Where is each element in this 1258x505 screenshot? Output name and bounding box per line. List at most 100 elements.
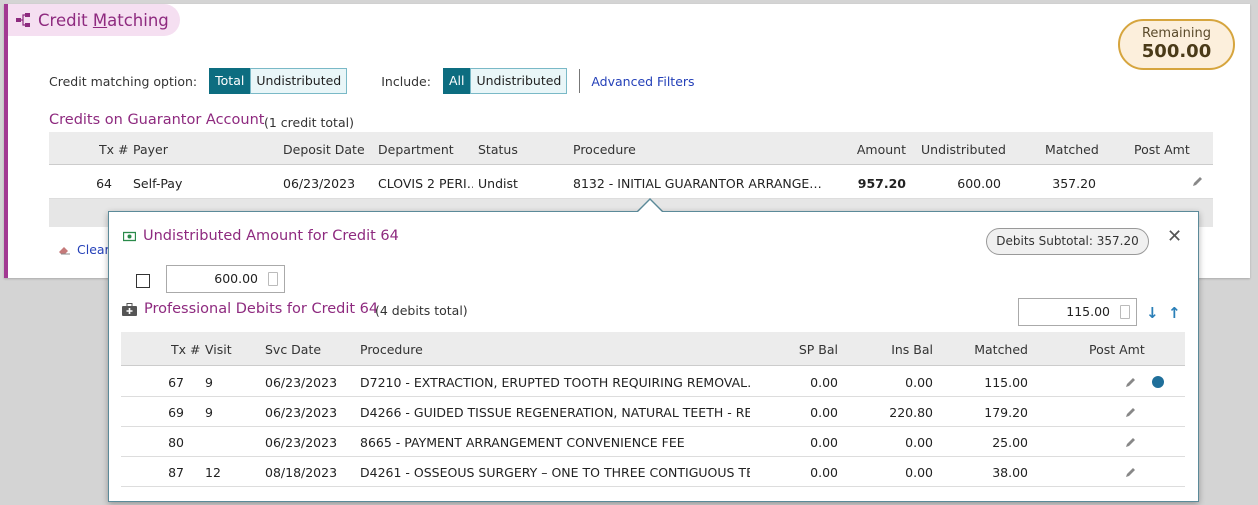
options-row: Credit matching option: Total Undistribu… [49, 68, 695, 94]
title-part-1: Credit [38, 10, 93, 30]
credit-deposit-date: 06/23/2023 [283, 176, 356, 191]
money-icon [123, 231, 136, 241]
col-undistributed[interactable]: Undistributed [921, 142, 1006, 157]
amount-filter-value: 115.00 [1066, 304, 1110, 319]
undistributed-amount-value: 600.00 [214, 271, 258, 286]
debit-sp-bal: 0.00 [810, 405, 838, 420]
debit-svc-date: 08/18/2023 [265, 465, 338, 480]
matching-option-toggle: Total Undistributed [209, 68, 348, 94]
matching-option-undistributed[interactable]: Undistributed [250, 68, 348, 94]
col-procedure[interactable]: Procedure [360, 342, 423, 357]
debit-svc-date: 06/23/2023 [265, 435, 338, 450]
col-post-amt[interactable]: Post Amt [1134, 142, 1190, 157]
pencil-icon[interactable] [1191, 175, 1204, 188]
undistributed-checkbox[interactable] [136, 274, 150, 288]
credit-row[interactable]: 64 Self-Pay 06/23/2023 CLOVIS 2 PERI… Un… [49, 166, 1213, 199]
col-deposit-date[interactable]: Deposit Date [283, 142, 365, 157]
col-department[interactable]: Department [378, 142, 454, 157]
remaining-badge: Remaining 500.00 [1118, 19, 1235, 70]
debit-ins-bal: 0.00 [905, 375, 933, 390]
eraser-icon [59, 247, 70, 255]
debit-row[interactable]: 80 06/23/2023 8665 - PAYMENT ARRANGEMENT… [121, 427, 1185, 457]
include-toggle: All Undistributed [442, 68, 568, 94]
arrow-up-icon[interactable]: ↑ [1168, 304, 1181, 322]
undistributed-section-title: Undistributed Amount for Credit 64 [123, 228, 399, 244]
col-payer[interactable]: Payer [133, 142, 168, 157]
debit-tx: 67 [168, 375, 184, 390]
col-matched[interactable]: Matched [951, 342, 1028, 357]
debit-visit: 12 [205, 465, 221, 480]
col-visit[interactable]: Visit [205, 342, 232, 357]
debits-section-title: Professional Debits for Credit 64 [122, 301, 378, 317]
credit-department: CLOVIS 2 PERI… [378, 176, 473, 191]
pencil-icon[interactable] [1124, 466, 1137, 479]
col-matched[interactable]: Matched [1045, 142, 1099, 157]
remaining-label: Remaining [1141, 26, 1212, 41]
credit-procedure: 8132 - INITIAL GUARANTOR ARRANGE… [573, 176, 822, 191]
debit-procedure: D4261 - OSSEOUS SURGERY – ONE TO THREE C… [360, 465, 750, 480]
advanced-filters-link[interactable]: Advanced Filters [591, 74, 694, 89]
matching-option-total[interactable]: Total [209, 68, 251, 94]
debits-subtotal-badge: Debits Subtotal: 357.20 [986, 228, 1149, 255]
calculator-icon[interactable] [1120, 305, 1130, 319]
debit-sp-bal: 0.00 [810, 435, 838, 450]
col-status[interactable]: Status [478, 142, 518, 157]
col-svc-date[interactable]: Svc Date [265, 342, 321, 357]
debits-title-text: Professional Debits for Credit 64 [144, 301, 379, 317]
close-icon[interactable]: ✕ [1167, 226, 1182, 247]
col-post-amt[interactable]: Post Amt [1089, 342, 1145, 357]
credit-detail-popup: Undistributed Amount for Credit 64 Debit… [108, 211, 1199, 502]
debit-tx: 69 [168, 405, 184, 420]
debit-ins-bal: 0.00 [905, 465, 933, 480]
undistributed-amount-input[interactable]: 600.00 [166, 265, 285, 293]
popup-caret-inner [638, 200, 662, 212]
debit-matched: 115.00 [984, 375, 1028, 390]
debits-table-header: Tx # Visit Svc Date Procedure SP Bal Ins… [121, 332, 1185, 366]
include-option-undistributed[interactable]: Undistributed [470, 68, 568, 94]
col-ins-bal[interactable]: Ins Bal [856, 342, 933, 357]
clear-link[interactable]: Clear [58, 242, 110, 257]
debit-procedure: D4266 - GUIDED TISSUE REGENERATION, NATU… [360, 405, 750, 420]
credit-tx: 64 [96, 176, 112, 191]
divider [579, 69, 581, 93]
debit-visit: 9 [205, 405, 213, 420]
col-amount[interactable]: Amount [846, 142, 906, 157]
title-part-3: atching [107, 10, 169, 30]
debit-matched: 179.20 [984, 405, 1028, 420]
col-tx[interactable]: Tx # [171, 342, 200, 357]
clear-label: Clear [77, 242, 110, 257]
amount-filter-input[interactable]: 115.00 [1018, 298, 1137, 326]
debits-count: (4 debits total) [375, 303, 468, 318]
credits-count: (1 credit total) [264, 115, 354, 130]
pencil-icon[interactable] [1124, 376, 1137, 389]
debit-row[interactable]: 67 9 06/23/2023 D7210 - EXTRACTION, ERUP… [121, 367, 1185, 397]
credit-matched: 357.20 [1052, 176, 1096, 191]
debit-procedure: D7210 - EXTRACTION, ERUPTED TOOTH REQUIR… [360, 375, 750, 390]
debit-row[interactable]: 69 9 06/23/2023 D4266 - GUIDED TISSUE RE… [121, 397, 1185, 427]
col-tx[interactable]: Tx # [99, 142, 128, 157]
debit-svc-date: 06/23/2023 [265, 375, 338, 390]
remaining-value: 500.00 [1141, 41, 1212, 62]
debit-sp-bal: 0.00 [810, 465, 838, 480]
credits-section-title: Credits on Guarantor Account [49, 112, 265, 128]
col-procedure[interactable]: Procedure [573, 142, 636, 157]
debit-matched: 25.00 [992, 435, 1028, 450]
debit-procedure: 8665 - PAYMENT ARRANGEMENT CONVENIENCE F… [360, 435, 685, 450]
col-sp-bal[interactable]: SP Bal [761, 342, 838, 357]
credit-status: Undist [478, 176, 518, 191]
hierarchy-icon [16, 13, 30, 27]
calculator-icon[interactable] [268, 272, 278, 286]
include-label: Include: [381, 73, 431, 89]
credit-amount: 957.20 [857, 176, 906, 191]
matching-option-label: Credit matching option: [49, 73, 198, 89]
pencil-icon[interactable] [1124, 436, 1137, 449]
debit-row[interactable]: 87 12 08/18/2023 D4261 - OSSEOUS SURGERY… [121, 457, 1185, 487]
credits-table-header: Tx # Payer Deposit Date Department Statu… [49, 132, 1213, 165]
page-title: Credit Matching [8, 4, 180, 36]
pencil-icon[interactable] [1124, 406, 1137, 419]
credit-undistributed: 600.00 [957, 176, 1001, 191]
arrow-down-icon[interactable]: ↓ [1146, 304, 1159, 322]
include-option-all[interactable]: All [442, 68, 471, 94]
debit-ins-bal: 220.80 [889, 405, 933, 420]
title-part-2: M [92, 10, 108, 30]
